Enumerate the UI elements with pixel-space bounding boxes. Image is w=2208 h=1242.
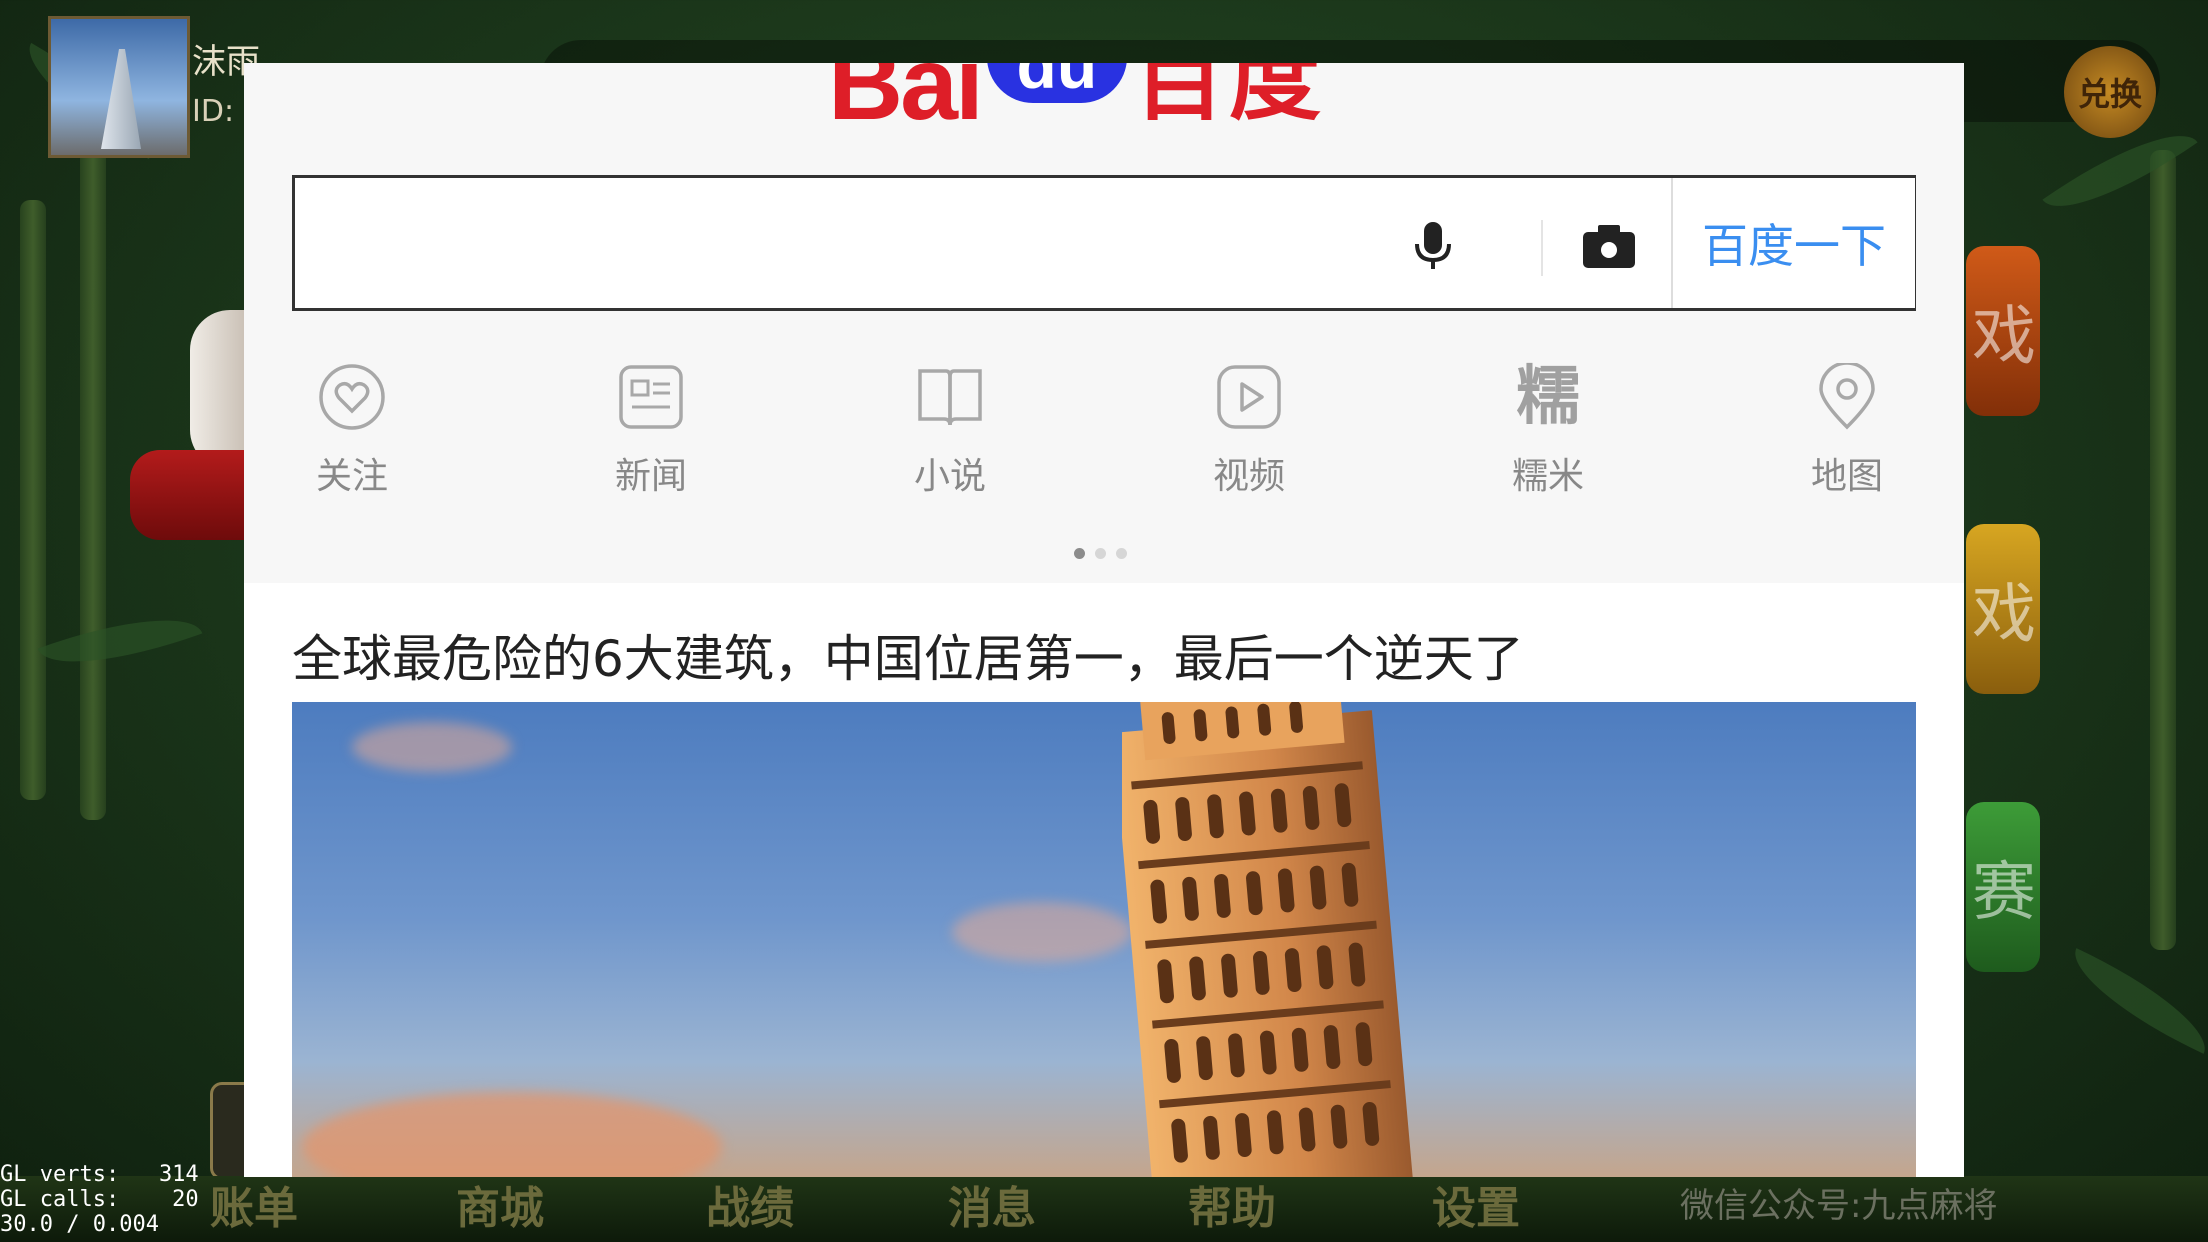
- nav-label: 视频: [1212, 456, 1285, 497]
- pager-dot[interactable]: [1116, 548, 1127, 559]
- cloud: [302, 1092, 722, 1177]
- cloud: [352, 722, 512, 772]
- book-icon: [918, 369, 982, 426]
- search-box: 百度一下: [292, 175, 1916, 311]
- search-divider: [1541, 220, 1543, 276]
- logo-text-bai: Bai: [828, 63, 984, 142]
- bottom-menu-help[interactable]: 帮助: [1188, 1176, 1276, 1242]
- pager-dots: [1074, 548, 1127, 559]
- baidu-logo: Bai du 百度: [828, 63, 1325, 183]
- gl-calls: GL calls: 20: [0, 1187, 199, 1212]
- ribbon-banner: [130, 450, 246, 540]
- player-avatar[interactable]: [48, 16, 190, 158]
- bottom-menu-bill[interactable]: 账单: [210, 1176, 298, 1242]
- game-mode-tile[interactable]: 赛: [1966, 802, 2040, 972]
- bottom-menu-shop[interactable]: 商城: [456, 1176, 544, 1242]
- news-headline[interactable]: 全球最危险的6大建筑，中国位居第一，最后一个逆天了: [292, 619, 1524, 691]
- news-image[interactable]: [292, 702, 1916, 1177]
- nav-label: 糯米: [1511, 456, 1584, 497]
- bamboo-stalk: [20, 200, 46, 800]
- baidu-webview: Bai du 百度 百度一下 关注 新闻 小说 视频 糯 糯米 地图 全球最危险…: [244, 63, 1964, 1177]
- bottom-menu-settings[interactable]: 设置: [1432, 1176, 1520, 1242]
- leaf: [2058, 948, 2208, 1054]
- leaf: [37, 593, 203, 689]
- game-mode-tile[interactable]: 戏: [1966, 524, 2040, 694]
- bottom-menu-message[interactable]: 消息: [948, 1176, 1036, 1242]
- avatar-building-icon: [101, 49, 141, 149]
- nav-item-news[interactable]: 新闻: [571, 363, 731, 499]
- nav-item-map[interactable]: 地图: [1767, 363, 1927, 499]
- map-pin-icon: [1819, 363, 1875, 430]
- logo-text-chinese: 百度: [1132, 63, 1325, 133]
- microphone-icon[interactable]: [1407, 220, 1459, 272]
- nav-item-follow[interactable]: 关注: [272, 363, 432, 499]
- gl-debug-stats: GL verts: 314 GL calls: 20 30.0 / 0.004: [0, 1162, 199, 1237]
- nav-item-video[interactable]: 视频: [1169, 363, 1329, 499]
- nav-label: 关注: [315, 456, 388, 497]
- search-input[interactable]: [307, 188, 1381, 300]
- bottom-menu-record[interactable]: 战绩: [706, 1176, 794, 1242]
- leaning-tower-image: [1122, 702, 1416, 1177]
- search-button[interactable]: 百度一下: [1671, 178, 1915, 308]
- bamboo-stalk: [2150, 150, 2176, 950]
- logo-paw-du: du: [986, 63, 1127, 103]
- play-icon: [1217, 365, 1281, 429]
- pager-dot[interactable]: [1095, 548, 1106, 559]
- gl-fps: 30.0 / 0.004: [0, 1212, 159, 1237]
- game-mode-tile[interactable]: 戏: [1966, 246, 2040, 416]
- cloud: [952, 902, 1132, 962]
- player-id: ID:: [192, 94, 235, 129]
- bamboo-stalk: [80, 120, 106, 820]
- heart-icon: [319, 364, 385, 430]
- news-feed: 全球最危险的6大建筑，中国位居第一，最后一个逆天了: [244, 583, 1964, 1177]
- quick-nav: 关注 新闻 小说 视频 糯 糯米 地图: [244, 363, 1964, 523]
- nav-label: 小说: [913, 456, 986, 497]
- nav-item-nuomi[interactable]: 糯 糯米: [1468, 363, 1628, 499]
- camera-icon[interactable]: [1581, 222, 1637, 270]
- lucky-cat-mascot: [190, 310, 250, 470]
- nav-label: 地图: [1810, 456, 1883, 497]
- pager-dot-active[interactable]: [1074, 548, 1085, 559]
- nav-item-novel[interactable]: 小说: [870, 363, 1030, 499]
- nuomi-icon: 糯: [1516, 360, 1580, 434]
- nav-label: 新闻: [614, 456, 687, 497]
- gl-verts: GL verts: 314: [0, 1162, 199, 1187]
- wechat-account-text: 微信公众号:九点麻将: [1680, 1186, 1998, 1226]
- exchange-button[interactable]: 兑换: [2064, 46, 2156, 138]
- news-icon: [619, 365, 683, 429]
